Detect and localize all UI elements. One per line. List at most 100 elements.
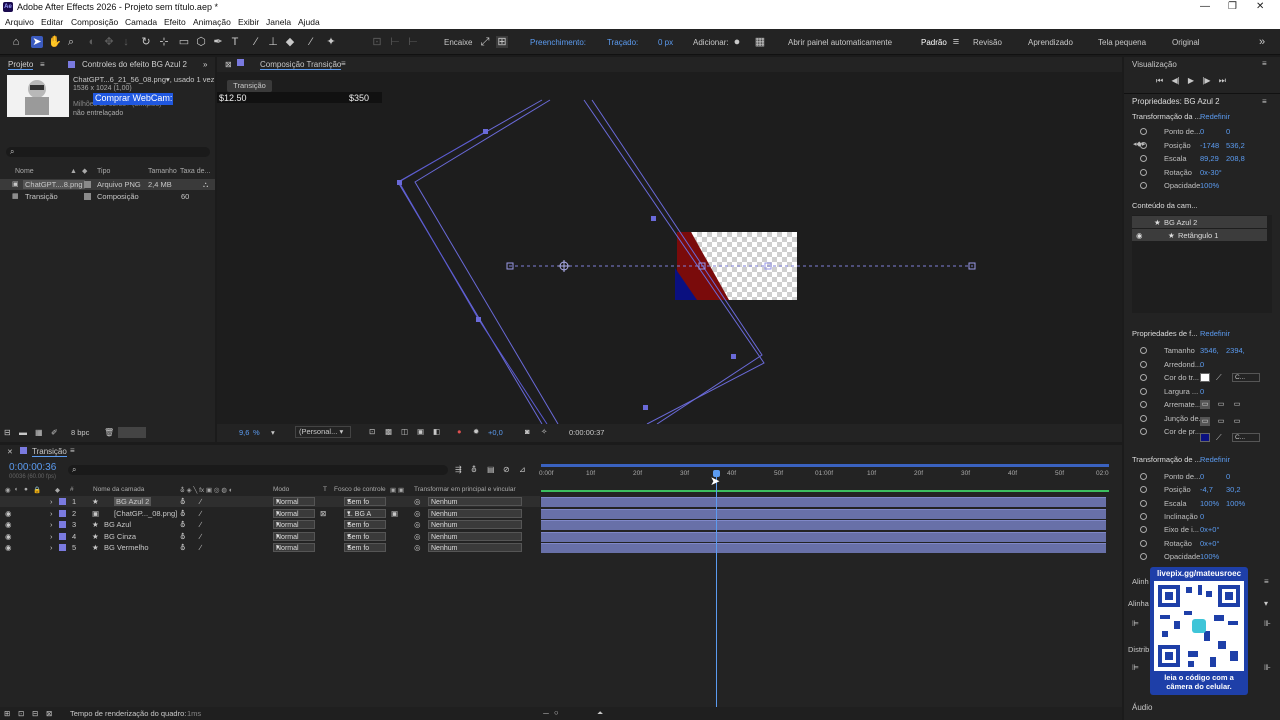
pickwhip-icon[interactable]: ◎ (414, 497, 421, 506)
menu-exibir[interactable]: Exibir (238, 17, 259, 27)
stopwatch-icon[interactable] (1140, 182, 1147, 189)
workspace-tela-pequena[interactable]: Tela pequena (1098, 38, 1146, 47)
composition-viewer[interactable]: Transição $12.50 $350 (217, 72, 1122, 424)
stroke-color-swatch[interactable] (1200, 373, 1210, 382)
stopwatch-icon[interactable] (1140, 347, 1147, 354)
layer-duration-bar[interactable] (541, 520, 1106, 530)
layer-row[interactable]: › 1 ★ BG Azul 2 ⛢ ∕ Normal ▾ Sem fo ▾ ◎ Nenhum (0, 496, 540, 507)
align-left-icon[interactable]: ⊫ (1132, 619, 1139, 628)
timeline-menu-icon[interactable]: ≡ (70, 446, 75, 455)
shy-icon[interactable]: ⛢ (180, 543, 186, 552)
bit-depth-button[interactable]: 8 bpc (71, 428, 89, 437)
workspace-revisao[interactable]: Revisão (973, 38, 1002, 47)
layer-row[interactable]: ◉ › 2 ▣ [ChatGP..._08.png] ⛢ ∕ Normal ▾ ⊠ 1. BG A… (0, 508, 540, 519)
layer-duration-bar[interactable] (541, 497, 1106, 507)
layer-duration-bar[interactable] (541, 543, 1106, 553)
parent-dropdown[interactable]: Nenhum (428, 508, 522, 518)
track-matte-dropdown[interactable]: Sem fo ▾ (344, 520, 386, 529)
playhead[interactable] (716, 470, 718, 707)
project-item-png[interactable]: ▣ ChatGPT....8.png Arquivo PNG 2,4 MB ⛬ (0, 179, 215, 190)
pickwhip-icon[interactable]: ◎ (414, 509, 421, 518)
expand-chevron-icon[interactable]: › (50, 520, 53, 529)
track-matte-dropdown[interactable]: Sem fo ▾ (344, 543, 386, 552)
guides-icon[interactable]: ▣ (417, 427, 424, 436)
timeline-close-icon[interactable]: ✕ (7, 448, 13, 456)
brush-tool-icon[interactable]: ∕ (250, 36, 262, 48)
parent-dropdown[interactable]: Nenhum (428, 531, 522, 541)
keyframe-nav-icon[interactable]: ◂◆▸ (1133, 140, 1145, 148)
adjust-icon[interactable]: ✐ (51, 428, 58, 437)
stopwatch-icon[interactable] (1140, 360, 1147, 368)
property-value[interactable]: 30,2 (1226, 485, 1241, 494)
tab-effect-controls[interactable]: Controles do efeito BG Azul 2 (82, 60, 187, 69)
flow-icon[interactable]: ⊠ (46, 709, 52, 718)
parent-dropdown[interactable]: Nenhum (428, 543, 522, 552)
property-value[interactable]: 0 (1200, 360, 1204, 369)
first-frame-icon[interactable]: ⏮ (1156, 76, 1163, 85)
workspace-aprendizado[interactable]: Aprendizado (1028, 38, 1073, 47)
next-frame-icon[interactable]: |▶ (1202, 76, 1210, 85)
layer-row[interactable]: ◉ › 4 ★ BG Cinza ⛢ ∕ Normal ▾ Sem fo ▾ ◎ Nenhum (0, 531, 540, 542)
eye-icon[interactable]: ◉ (5, 520, 12, 529)
zoom-out-icon[interactable]: ⏤ (543, 708, 549, 718)
align-menu-icon[interactable]: ≡ (1264, 577, 1269, 586)
pan-behind-tool-icon[interactable]: ⊹ (158, 36, 170, 48)
layer-name[interactable]: BG Azul (104, 520, 131, 529)
property-value[interactable]: 0x-30° (1200, 168, 1222, 177)
last-frame-icon[interactable]: ⏭ (1219, 76, 1226, 85)
property-value[interactable]: 0 (1226, 127, 1230, 136)
show-snapshot-icon[interactable]: ✧ (541, 427, 547, 436)
eye-icon[interactable]: ◉ (5, 509, 12, 518)
expand-chevron-icon[interactable]: › (50, 543, 53, 552)
snap-toggle-icon[interactable]: ⤢ (479, 36, 491, 48)
stopwatch-icon[interactable] (1140, 387, 1147, 395)
shy-icon[interactable]: ⛢ (180, 532, 186, 541)
matte-mode-icon[interactable]: ▣ (391, 509, 398, 518)
property-value[interactable]: 100% (1200, 181, 1219, 190)
property-value[interactable]: 0 (1200, 387, 1204, 396)
3d-shape-tool-icon[interactable]: ⬡ (195, 36, 207, 48)
content-item-rect[interactable]: ◉ ★ Retângulo 1 (1132, 229, 1267, 241)
menu-composicao[interactable]: Composição (71, 17, 118, 27)
stroke-label[interactable]: Traçado: (607, 38, 638, 47)
stopwatch-icon[interactable] (1140, 401, 1147, 408)
blend-mode-dropdown[interactable]: Normal ▾ (273, 531, 315, 541)
stopwatch-icon[interactable] (1140, 414, 1147, 422)
workspace-original[interactable]: Original (1172, 38, 1200, 47)
roto-brush-tool-icon[interactable]: ⁄ (305, 36, 317, 48)
line-join-icon[interactable]: ▭ (1200, 417, 1210, 426)
property-value[interactable]: -4,7 (1200, 485, 1213, 494)
work-area-bar[interactable] (541, 464, 1109, 467)
menu-arquivo[interactable]: Arquivo (5, 17, 34, 27)
properties-menu-icon[interactable]: ≡ (1262, 97, 1267, 106)
restore-icon[interactable]: ❐ (1228, 1, 1237, 12)
stopwatch-icon[interactable] (1140, 168, 1147, 176)
layer-label-color[interactable] (59, 509, 66, 517)
eyedropper-icon[interactable]: ⟋ (1216, 433, 1222, 443)
expand-chevron-icon[interactable]: › (50, 532, 53, 541)
project-menu-icon[interactable]: ≡ (40, 60, 45, 69)
layer-name[interactable]: BG Vermelho (104, 543, 149, 552)
tab-project[interactable]: Projeto (8, 60, 34, 70)
col-size[interactable]: Tamanho (148, 168, 177, 175)
line-join-icon[interactable]: ▭ (1216, 417, 1226, 426)
reset-shape-link[interactable]: Redefinir (1200, 329, 1230, 338)
trash-icon[interactable]: 🗑 (104, 428, 114, 437)
property-value[interactable]: 0 (1200, 127, 1204, 136)
open-panel-icon[interactable]: ▦ (754, 36, 766, 48)
eyedropper-icon[interactable]: ⟋ (1216, 373, 1222, 383)
quality-icon[interactable]: ∕ (200, 497, 201, 506)
comp-menu-icon[interactable]: ≡ (341, 59, 346, 68)
property-value[interactable]: 0 (1200, 512, 1204, 521)
col-mode[interactable]: Modo (273, 486, 289, 493)
home-icon[interactable]: ⌂ (10, 36, 22, 48)
eye-icon[interactable]: ◉ (5, 543, 12, 552)
time-ruler[interactable]: 0:00f 10f 20f 30f 40f 50f 01:00f 10f 20f… (539, 467, 1109, 481)
col-type[interactable]: Tipo (97, 168, 110, 175)
pickwhip-icon[interactable]: ◎ (414, 543, 421, 552)
menu-janela[interactable]: Janela (266, 17, 291, 27)
distribute-right-icon[interactable]: ⊪ (1264, 663, 1271, 672)
stopwatch-icon[interactable] (1140, 499, 1147, 507)
preview-menu-icon[interactable]: ≡ (1262, 59, 1267, 68)
transparency-grid-icon[interactable]: ▩ (385, 427, 392, 436)
